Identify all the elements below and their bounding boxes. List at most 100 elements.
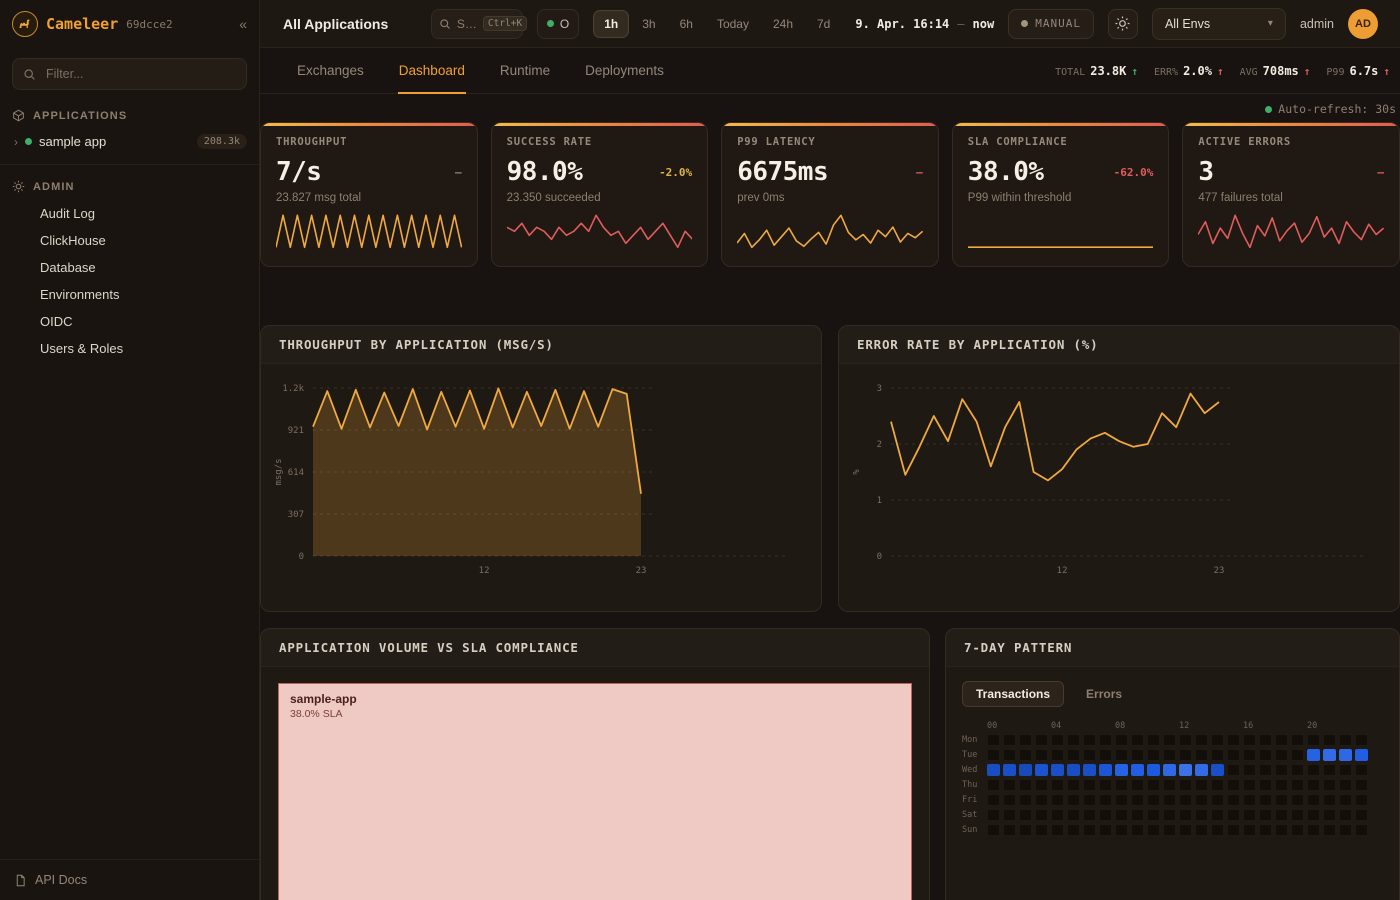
tab-exchanges[interactable]: Exchanges bbox=[296, 48, 365, 94]
heatmap-cell[interactable] bbox=[1275, 809, 1288, 821]
sidebar-collapse-button[interactable]: « bbox=[239, 16, 247, 32]
heatmap-cell[interactable] bbox=[1323, 749, 1336, 761]
heatmap-cell[interactable] bbox=[1275, 764, 1288, 776]
heatmap-cell[interactable] bbox=[1195, 779, 1208, 791]
heatmap-cell[interactable] bbox=[1099, 794, 1112, 806]
heatmap-cell[interactable] bbox=[1019, 734, 1032, 746]
time-range-today[interactable]: Today bbox=[706, 10, 760, 38]
heatmap-cell[interactable] bbox=[1323, 779, 1336, 791]
heatmap-cell[interactable] bbox=[1259, 809, 1272, 821]
heatmap-cell[interactable] bbox=[1147, 734, 1160, 746]
heatmap-cell[interactable] bbox=[987, 734, 1000, 746]
heatmap-cell[interactable] bbox=[1003, 749, 1016, 761]
heatmap-cell[interactable] bbox=[1035, 749, 1048, 761]
heatmap-cell[interactable] bbox=[1339, 824, 1352, 836]
heatmap-cell[interactable] bbox=[1259, 779, 1272, 791]
heatmap-cell[interactable] bbox=[1115, 809, 1128, 821]
heatmap-cell[interactable] bbox=[1115, 779, 1128, 791]
time-range-7d[interactable]: 7d bbox=[806, 10, 841, 38]
filter-input[interactable] bbox=[44, 66, 236, 82]
heatmap-cell[interactable] bbox=[1147, 794, 1160, 806]
heatmap-cell[interactable] bbox=[1339, 779, 1352, 791]
heatmap-cell[interactable] bbox=[1243, 794, 1256, 806]
heatmap-cell[interactable] bbox=[1355, 824, 1368, 836]
heatmap-cell[interactable] bbox=[987, 779, 1000, 791]
heatmap-cell[interactable] bbox=[1323, 794, 1336, 806]
heatmap-cell[interactable] bbox=[1035, 809, 1048, 821]
time-range-6h[interactable]: 6h bbox=[669, 10, 704, 38]
heatmap-cell[interactable] bbox=[1083, 749, 1096, 761]
heatmap-cell[interactable] bbox=[1355, 779, 1368, 791]
heatmap-cell[interactable] bbox=[1211, 824, 1224, 836]
heatmap-cell[interactable] bbox=[1259, 824, 1272, 836]
heatmap-cell[interactable] bbox=[1147, 824, 1160, 836]
heatmap-cell[interactable] bbox=[1227, 734, 1240, 746]
heatmap-cell[interactable] bbox=[1179, 824, 1192, 836]
heatmap-cell[interactable] bbox=[1099, 779, 1112, 791]
heatmap-cell[interactable] bbox=[1003, 794, 1016, 806]
heatmap-cell[interactable] bbox=[1259, 749, 1272, 761]
heatmap-cell[interactable] bbox=[1291, 824, 1304, 836]
heatmap-cell[interactable] bbox=[1083, 779, 1096, 791]
heatmap-cell[interactable] bbox=[1307, 824, 1320, 836]
heatmap-cell[interactable] bbox=[1291, 764, 1304, 776]
heatmap-cell[interactable] bbox=[1115, 764, 1128, 776]
heatmap-cell[interactable] bbox=[1275, 749, 1288, 761]
pattern-tab-errors[interactable]: Errors bbox=[1072, 681, 1136, 707]
manual-refresh-button[interactable]: MANUAL bbox=[1008, 9, 1094, 39]
heatmap-cell[interactable] bbox=[987, 764, 1000, 776]
heatmap-cell[interactable] bbox=[987, 824, 1000, 836]
heatmap-cell[interactable] bbox=[1211, 794, 1224, 806]
heatmap-cell[interactable] bbox=[1131, 794, 1144, 806]
tab-dashboard[interactable]: Dashboard bbox=[398, 48, 466, 94]
heatmap-cell[interactable] bbox=[1211, 734, 1224, 746]
sidebar-item-database[interactable]: Database bbox=[0, 254, 259, 281]
sidebar-item-environments[interactable]: Environments bbox=[0, 281, 259, 308]
heatmap-cell[interactable] bbox=[1099, 764, 1112, 776]
sidebar-item-oidc[interactable]: OIDC bbox=[0, 308, 259, 335]
heatmap-cell[interactable] bbox=[1195, 794, 1208, 806]
heatmap-cell[interactable] bbox=[1035, 779, 1048, 791]
heatmap-cell[interactable] bbox=[1355, 809, 1368, 821]
heatmap-cell[interactable] bbox=[1291, 809, 1304, 821]
heatmap-cell[interactable] bbox=[1115, 734, 1128, 746]
heatmap-cell[interactable] bbox=[1019, 794, 1032, 806]
heatmap-cell[interactable] bbox=[1227, 749, 1240, 761]
heatmap-cell[interactable] bbox=[1355, 794, 1368, 806]
heatmap-cell[interactable] bbox=[1051, 824, 1064, 836]
api-docs-link[interactable]: API Docs bbox=[0, 859, 259, 900]
heatmap-cell[interactable] bbox=[1003, 764, 1016, 776]
heatmap-cell[interactable] bbox=[1083, 794, 1096, 806]
heatmap-cell[interactable] bbox=[1291, 779, 1304, 791]
heatmap-cell[interactable] bbox=[1227, 809, 1240, 821]
heatmap-cell[interactable] bbox=[1115, 824, 1128, 836]
heatmap-cell[interactable] bbox=[1179, 734, 1192, 746]
heatmap-cell[interactable] bbox=[1163, 749, 1176, 761]
heatmap-cell[interactable] bbox=[1099, 824, 1112, 836]
heatmap-cell[interactable] bbox=[1339, 764, 1352, 776]
heatmap-cell[interactable] bbox=[1227, 764, 1240, 776]
time-range-display[interactable]: 9. Apr. 16:14 — now bbox=[855, 17, 994, 31]
heatmap-cell[interactable] bbox=[1323, 809, 1336, 821]
time-range-1h[interactable]: 1h bbox=[593, 10, 629, 38]
heatmap-cell[interactable] bbox=[987, 749, 1000, 761]
heatmap-cell[interactable] bbox=[1243, 809, 1256, 821]
heatmap-cell[interactable] bbox=[1019, 809, 1032, 821]
heatmap-cell[interactable] bbox=[1339, 734, 1352, 746]
heatmap-cell[interactable] bbox=[1211, 809, 1224, 821]
heatmap-cell[interactable] bbox=[1131, 779, 1144, 791]
heatmap-cell[interactable] bbox=[1051, 779, 1064, 791]
heatmap-cell[interactable] bbox=[1323, 734, 1336, 746]
heatmap-cell[interactable] bbox=[1291, 749, 1304, 761]
heatmap-cell[interactable] bbox=[1131, 749, 1144, 761]
heatmap-cell[interactable] bbox=[1259, 764, 1272, 776]
heatmap-cell[interactable] bbox=[987, 809, 1000, 821]
heatmap-cell[interactable] bbox=[1275, 824, 1288, 836]
sidebar-item-clickhouse[interactable]: ClickHouse bbox=[0, 227, 259, 254]
heatmap-cell[interactable] bbox=[1003, 824, 1016, 836]
heatmap-cell[interactable] bbox=[1307, 779, 1320, 791]
heatmap-cell[interactable] bbox=[1083, 764, 1096, 776]
heatmap-cell[interactable] bbox=[1099, 734, 1112, 746]
heatmap-cell[interactable] bbox=[1211, 779, 1224, 791]
heatmap-cell[interactable] bbox=[1243, 779, 1256, 791]
